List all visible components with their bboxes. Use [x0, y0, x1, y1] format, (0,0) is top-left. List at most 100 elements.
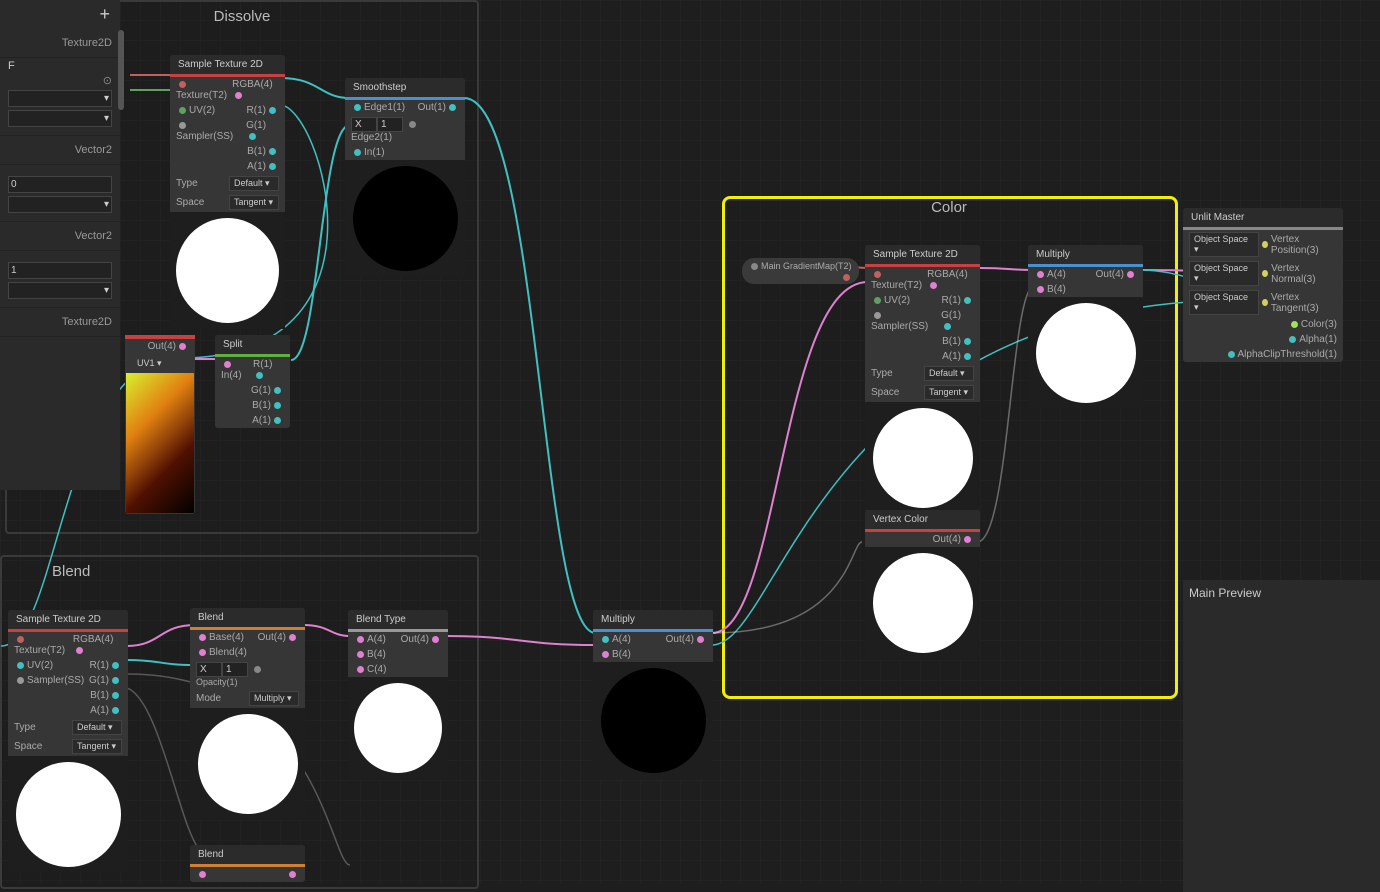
port-texture[interactable]: Texture(T2) — [871, 280, 922, 291]
port-blend[interactable]: Blend(4) — [209, 647, 247, 658]
port-in4[interactable]: In(4) — [221, 370, 242, 381]
port-sampler[interactable]: Sampler(SS) — [176, 131, 233, 142]
port-a[interactable]: A(1) — [90, 705, 109, 716]
add-property-button[interactable]: + — [0, 0, 120, 29]
port-in[interactable]: In(1) — [364, 147, 385, 158]
port-g[interactable]: G(1) — [251, 385, 271, 396]
node-sample-texture-2d[interactable]: Sample Texture 2D Texture(T2)RGBA(4) UV(… — [865, 245, 980, 514]
property-name[interactable]: F — [8, 60, 112, 72]
node-blend[interactable]: Blend — [190, 845, 305, 882]
node-preview — [8, 756, 128, 873]
space-dropdown[interactable]: Tangent ▾ — [72, 739, 122, 754]
node-multiply[interactable]: Multiply A(4)Out(4) B(4) — [593, 610, 713, 779]
uv-dropdown[interactable]: UV1 ▾ — [131, 356, 189, 371]
number-field[interactable]: 0 — [8, 176, 112, 193]
blackboard-panel[interactable]: + Texture2D F ⊙ ▾ ▾ Vector2 0 ▾ Vector2 … — [0, 0, 120, 490]
port-texture[interactable]: Texture(T2) — [176, 90, 227, 101]
property-main-gradientmap[interactable]: Main GradientMap(T2) — [742, 258, 859, 284]
port-vertex-tangent[interactable]: Vertex Tangent(3) — [1271, 292, 1337, 314]
node-unlit-master[interactable]: Unlit Master Object Space ▾Vertex Positi… — [1183, 208, 1343, 362]
port-b[interactable]: B(4) — [612, 649, 631, 660]
port-c[interactable]: C(4) — [367, 664, 386, 675]
property-type: Texture2D — [8, 316, 112, 328]
one-field[interactable] — [377, 117, 403, 132]
port-alpha[interactable]: Alpha(1) — [1299, 334, 1337, 345]
port-alphaclip[interactable]: AlphaClipThreshold(1) — [1238, 349, 1338, 360]
port-uv[interactable]: UV(2) — [189, 105, 215, 116]
port-sampler[interactable]: Sampler(SS) — [27, 675, 84, 686]
port-vertex-normal[interactable]: Vertex Normal(3) — [1271, 263, 1337, 285]
port-out[interactable]: Out(1) — [418, 102, 446, 113]
dropdown[interactable]: ▾ — [8, 282, 112, 299]
port-texture[interactable]: Texture(T2) — [14, 645, 65, 656]
port-a[interactable]: A(4) — [367, 634, 386, 645]
port-b[interactable]: B(1) — [252, 400, 271, 411]
port-b[interactable]: B(1) — [247, 146, 266, 157]
node-sample-texture-2d[interactable]: Sample Texture 2D Texture(T2)RGBA(4) UV(… — [170, 55, 285, 329]
port-edge1[interactable]: Edge1(1) — [364, 102, 405, 113]
mode-dropdown[interactable]: Multiply ▾ — [249, 691, 299, 706]
node-vertex-color[interactable]: Vertex Color Out(4) — [865, 510, 980, 659]
port-out[interactable]: Out(4) — [666, 634, 694, 645]
port-vertex-position[interactable]: Vertex Position(3) — [1271, 234, 1337, 256]
port-r[interactable]: R(1) — [942, 295, 961, 306]
port-out4[interactable]: Out(4) — [148, 341, 176, 352]
type-dropdown[interactable]: Default ▾ — [229, 176, 279, 191]
space-dropdown[interactable]: Tangent ▾ — [924, 385, 974, 400]
port-a[interactable]: A(4) — [612, 634, 631, 645]
port-r[interactable]: R(1) — [247, 105, 266, 116]
dropdown[interactable]: ▾ — [8, 110, 112, 127]
port-g[interactable]: G(1) — [89, 675, 109, 686]
x-field[interactable] — [351, 117, 377, 132]
port-out[interactable]: Out(4) — [933, 534, 961, 545]
blackboard-scrollbar[interactable] — [118, 30, 124, 110]
space-dropdown[interactable]: Object Space ▾ — [1189, 232, 1259, 257]
node-title: Split — [215, 335, 290, 354]
one-field[interactable] — [222, 662, 248, 677]
port-r[interactable]: R(1) — [90, 660, 109, 671]
node-sample-texture-2d[interactable]: Sample Texture 2D Texture(T2)RGBA(4) UV(… — [8, 610, 128, 873]
dropdown[interactable]: ▾ — [8, 90, 112, 107]
type-dropdown[interactable]: Default ▾ — [924, 366, 974, 381]
port-a[interactable]: A(1) — [942, 351, 961, 362]
node-blend-type[interactable]: Blend Type A(4)Out(4) B(4) C(4) — [348, 610, 448, 779]
number-field[interactable]: 1 — [8, 262, 112, 279]
node-preview — [593, 662, 713, 779]
port-r[interactable]: R(1) — [253, 359, 272, 370]
port-a[interactable]: A(4) — [1047, 269, 1066, 280]
port-rgba[interactable]: RGBA(4) — [232, 79, 273, 90]
port-edge2[interactable]: Edge2(1) — [351, 132, 392, 143]
dropdown[interactable]: ▾ — [8, 196, 112, 213]
node-multiply[interactable]: Multiply A(4)Out(4) B(4) — [1028, 245, 1143, 409]
space-dropdown[interactable]: Object Space ▾ — [1189, 290, 1259, 315]
port-a[interactable]: A(1) — [252, 415, 271, 426]
type-dropdown[interactable]: Default ▾ — [72, 720, 122, 735]
port-color[interactable]: Color(3) — [1301, 319, 1337, 330]
node-split[interactable]: Split In(4) R(1) G(1) B(1) A(1) — [215, 335, 290, 428]
port-out[interactable]: Out(4) — [258, 632, 286, 643]
port-uv[interactable]: UV(2) — [884, 295, 910, 306]
space-dropdown[interactable]: Object Space ▾ — [1189, 261, 1259, 286]
x-field[interactable] — [196, 662, 222, 677]
port-out[interactable]: Out(4) — [401, 634, 429, 645]
port-b[interactable]: B(4) — [367, 649, 386, 660]
shader-graph-canvas[interactable]: Dissolve Blend Color + Texture2D F ⊙ ▾ ▾… — [0, 0, 1380, 884]
space-dropdown[interactable]: Tangent ▾ — [229, 195, 279, 210]
port-base[interactable]: Base(4) — [209, 632, 244, 643]
port-b[interactable]: B(4) — [1047, 284, 1066, 295]
port-b[interactable]: B(1) — [942, 336, 961, 347]
port-g[interactable]: G(1) — [246, 120, 266, 131]
port-rgba[interactable]: RGBA(4) — [73, 634, 114, 645]
port-sampler[interactable]: Sampler(SS) — [871, 321, 928, 332]
node-uv-gradient[interactable]: Out(4) UV1 ▾ — [125, 335, 195, 514]
port-g[interactable]: G(1) — [941, 310, 961, 321]
port-a[interactable]: A(1) — [247, 161, 266, 172]
node-smoothstep[interactable]: Smoothstep Edge1(1)Out(1) Edge2(1) In(1) — [345, 78, 465, 277]
main-preview-panel[interactable]: Main Preview — [1183, 580, 1380, 892]
port-opacity[interactable]: Opacity(1) — [196, 677, 238, 687]
port-uv[interactable]: UV(2) — [27, 660, 53, 671]
node-blend[interactable]: Blend Base(4)Out(4) Blend(4) Opacity(1) … — [190, 608, 305, 820]
port-out[interactable]: Out(4) — [1096, 269, 1124, 280]
port-b[interactable]: B(1) — [90, 690, 109, 701]
port-rgba[interactable]: RGBA(4) — [927, 269, 968, 280]
